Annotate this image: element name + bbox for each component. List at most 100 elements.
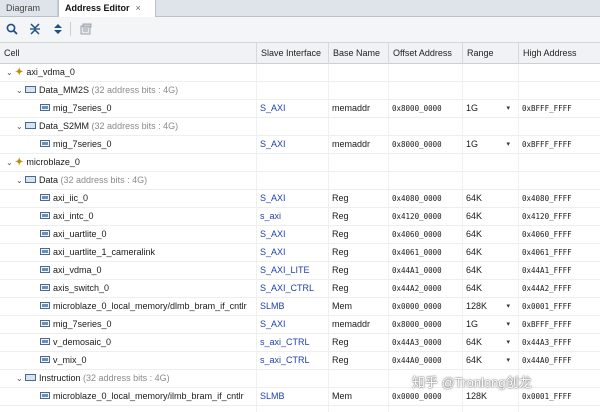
cell-offset-address[interactable]: 0x4080_0000 [388,190,462,207]
cell-slave-interface[interactable]: S_AXI [256,136,328,153]
cell-offset-address[interactable]: 0x8000_0000 [388,316,462,333]
chevron-down-icon[interactable]: ⌄ [6,154,15,171]
dropdown-arrow-icon[interactable]: ▾ [506,352,510,369]
cell-high-address: 0xBFFF_FFFF [522,104,572,113]
cell-slave-interface[interactable]: s_axi_CTRL [256,334,328,351]
segment-icon [40,356,50,364]
segment-icon [40,284,50,292]
cell-base-name: Reg [332,211,349,221]
cell-name: ⌄ ✦ microblaze_0 [2,154,256,171]
tab-diagram[interactable]: Diagram [0,0,58,17]
cell-name: ⌄ Data (32 address bits : 4G) [12,172,256,189]
tree-row-segment[interactable]: axi_vdma_0 S_AXI_LITE Reg 0x44A1_0000 64… [0,262,600,280]
segment-icon [40,302,50,310]
cell-high-address: 0x4120_FFFF [522,212,572,221]
tab-address-editor[interactable]: Address Editor × [58,0,156,18]
tree-row-segment[interactable]: axis_switch_0 S_AXI_CTRL Reg 0x44A2_0000… [0,280,600,298]
cell-offset-address[interactable]: 0x44A3_0000 [388,334,462,351]
cell-slave-interface[interactable]: s_axi_CTRL [256,352,328,369]
range-dropdown[interactable]: 128K ▾ [462,298,518,315]
tree-row-address-space[interactable]: ⌄ Data (32 address bits : 4G) [0,172,600,190]
address-space-icon [25,86,36,94]
tree-row-master[interactable]: ⌄ ✦ axi_vdma_0 [0,64,600,82]
cell-name: axi_iic_0 [36,190,256,207]
chevron-down-icon[interactable]: ⌄ [16,82,25,99]
tree-row-address-space[interactable]: ⌄ Data_MM2S (32 address bits : 4G) [0,82,600,100]
range-dropdown[interactable]: 64K ▾ [462,352,518,369]
tree-row-segment[interactable]: v_demosaic_0 s_axi_CTRL Reg 0x44A3_0000 … [0,334,600,352]
expand-all-icon[interactable] [50,21,66,37]
cell-name: microblaze_0_local_memory/ilmb_bram_if_c… [36,388,256,405]
cell-offset-address[interactable]: 0x4060_0000 [388,226,462,243]
tree-row-segment[interactable]: v_mix_0 s_axi_CTRL Reg 0x44A0_0000 64K ▾ … [0,352,600,370]
cell-offset-address[interactable]: 0x44A1_0000 [388,262,462,279]
address-space-icon [25,374,36,382]
range-dropdown[interactable]: 64K [462,244,518,261]
column-range[interactable]: Range [462,43,518,64]
chevron-down-icon[interactable]: ⌄ [16,118,25,135]
tree-row-master[interactable]: ⌄ ✦ microblaze_0 [0,154,600,172]
column-cell[interactable]: Cell [0,43,256,64]
auto-assign-icon[interactable] [78,21,94,37]
cell-offset-address[interactable]: 0x4061_0000 [388,244,462,261]
tree-row-segment[interactable]: axi_iic_0 S_AXI Reg 0x4080_0000 64K 0x40… [0,190,600,208]
column-base-name[interactable]: Base Name [328,43,388,64]
cell-slave-interface[interactable]: SLMB [256,388,328,405]
chevron-down-icon[interactable]: ⌄ [16,370,25,387]
tree-row-segment[interactable]: axi_uartlite_1_cameralink S_AXI Reg 0x40… [0,244,600,262]
range-dropdown[interactable]: 1G ▾ [462,136,518,153]
cell-offset-address[interactable]: 0x8000_0000 [388,100,462,117]
tree-row-address-space[interactable]: ⌄ Data_S2MM (32 address bits : 4G) [0,118,600,136]
chevron-down-icon[interactable]: ⌄ [6,64,15,81]
dropdown-arrow-icon[interactable]: ▾ [506,334,510,351]
range-dropdown[interactable]: 64K [462,190,518,207]
search-icon[interactable] [4,21,20,37]
cell-offset-address[interactable]: 0x44A0_0000 [388,352,462,369]
cell-offset-address[interactable]: 0x44A2_0000 [388,280,462,297]
cell-slave-interface[interactable]: S_AXI [256,190,328,207]
cell-name: mig_7series_0 [36,316,256,333]
cell-offset-address[interactable]: 0x4120_0000 [388,208,462,225]
tree-row-segment[interactable]: mig_7series_0 S_AXI memaddr 0x8000_0000 … [0,136,600,154]
range-dropdown[interactable]: 1G ▾ [462,100,518,117]
cell-slave-interface[interactable]: s_axi [256,208,328,225]
segment-icon [40,248,50,256]
tree-row-segment[interactable]: mig_7series_0 S_AXI memaddr 0x8000_0000 … [0,316,600,334]
cell-slave-interface[interactable]: S_AXI_CTRL [256,280,328,297]
cell-base-name: memaddr [332,103,371,113]
dropdown-arrow-icon[interactable]: ▾ [506,136,510,153]
cell-slave-interface[interactable]: SLMB [256,298,328,315]
dropdown-arrow-icon[interactable]: ▾ [506,100,510,117]
column-high-address[interactable]: High Address [518,43,600,64]
address-space-icon [25,122,36,130]
cell-slave-interface[interactable]: S_AXI_LITE [256,262,328,279]
close-icon[interactable]: × [136,3,141,13]
address-space-icon [25,176,36,184]
column-slave-interface[interactable]: Slave Interface [256,43,328,64]
cell-slave-interface[interactable]: S_AXI [256,316,328,333]
range-dropdown[interactable]: 64K ▾ [462,334,518,351]
collapse-all-icon[interactable] [27,21,43,37]
tree-row-segment[interactable]: axi_uartlite_0 S_AXI Reg 0x4060_0000 64K… [0,226,600,244]
cell-high-address: 0xBFFF_FFFF [522,140,572,149]
dropdown-arrow-icon[interactable]: ▾ [506,298,510,315]
dropdown-arrow-icon[interactable]: ▾ [506,316,510,333]
cell-offset-address[interactable]: 0x8000_0000 [388,136,462,153]
chevron-down-icon[interactable]: ⌄ [16,172,25,189]
segment-icon [40,392,50,400]
column-offset-address[interactable]: Offset Address [388,43,462,64]
cell-slave-interface[interactable]: S_AXI [256,226,328,243]
range-dropdown[interactable]: 1G ▾ [462,316,518,333]
tree-row-segment[interactable]: mig_7series_0 S_AXI memaddr 0x8000_0000 … [0,100,600,118]
cell-name: ⌄ Data_S2MM (32 address bits : 4G) [12,118,256,135]
cell-slave-interface[interactable]: S_AXI [256,100,328,117]
tree-row-segment[interactable]: microblaze_0_local_memory/dlmb_bram_if_c… [0,298,600,316]
range-dropdown[interactable]: 64K [462,280,518,297]
range-dropdown[interactable]: 64K [462,208,518,225]
cell-slave-interface[interactable]: S_AXI [256,244,328,261]
range-dropdown[interactable]: 64K [462,262,518,279]
cell-high-address: 0x44A2_FFFF [522,284,572,293]
range-dropdown[interactable]: 64K [462,226,518,243]
cell-offset-address[interactable]: 0x0000_0000 [388,298,462,315]
tree-row-segment[interactable]: axi_intc_0 s_axi Reg 0x4120_0000 64K 0x4… [0,208,600,226]
